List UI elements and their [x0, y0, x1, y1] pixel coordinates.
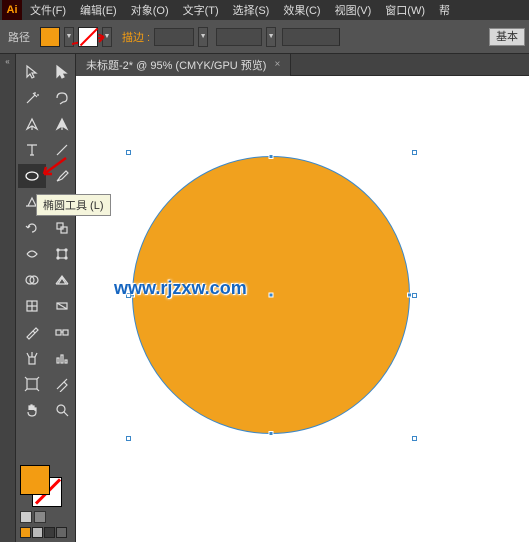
magic-wand-tool[interactable]	[18, 86, 46, 110]
bbox-handle-nw[interactable]	[126, 150, 131, 155]
color-mode-icon[interactable]	[20, 511, 32, 523]
menu-effect[interactable]: 效果(C)	[277, 0, 326, 20]
perspective-grid-tool[interactable]	[48, 268, 76, 292]
stroke-swatch[interactable]	[78, 27, 98, 47]
fill-swatch[interactable]	[40, 27, 60, 47]
zoom-tool[interactable]	[48, 398, 76, 422]
stroke-type-dropdown-icon[interactable]: ▼	[266, 27, 276, 47]
selection-tool[interactable]	[18, 60, 46, 84]
watermark-text: www.rjzxw.com	[114, 278, 247, 299]
stroke-weight-input[interactable]	[154, 28, 194, 46]
symbol-sprayer-tool[interactable]	[18, 346, 46, 370]
draw-inside-icon[interactable]	[44, 527, 55, 538]
draw-behind-icon[interactable]	[32, 527, 43, 538]
close-tab-icon[interactable]: ×	[274, 59, 280, 70]
document-tab-title: 未标题-2* @ 95% (CMYK/GPU 预览)	[86, 57, 266, 73]
direct-selection-tool[interactable]	[48, 60, 76, 84]
canvas-viewport[interactable]: www.rjzxw.com	[76, 76, 529, 542]
menu-select[interactable]: 选择(S)	[227, 0, 276, 20]
width-tool[interactable]	[18, 242, 46, 266]
document-area: 未标题-2* @ 95% (CMYK/GPU 预览) ×	[76, 54, 529, 542]
bbox-handle-sw[interactable]	[126, 436, 131, 441]
ellipse-tool[interactable]	[18, 164, 46, 188]
menu-window[interactable]: 窗口(W)	[379, 0, 431, 20]
bbox-handle-se[interactable]	[412, 436, 417, 441]
tool-tooltip: 椭圆工具 (L)	[36, 194, 111, 216]
curvature-tool[interactable]	[48, 112, 76, 136]
bbox-handle-ne[interactable]	[412, 150, 417, 155]
column-graph-tool[interactable]	[48, 346, 76, 370]
gradient-mode-icon[interactable]	[34, 511, 46, 523]
options-bar: 路径 ▼ ▼ 描边 : ▼ ▼ 基本	[0, 20, 529, 54]
screen-mode-icon[interactable]	[56, 527, 67, 538]
free-transform-tool[interactable]	[48, 242, 76, 266]
artboard[interactable]: www.rjzxw.com	[76, 76, 529, 542]
menu-edit[interactable]: 编辑(E)	[74, 0, 123, 20]
scale-tool[interactable]	[48, 216, 76, 240]
graphic-style-basic[interactable]: 基本	[489, 28, 525, 46]
hand-tool[interactable]	[18, 398, 46, 422]
type-tool[interactable]	[18, 138, 46, 162]
gradient-tool[interactable]	[48, 294, 76, 318]
eyedropper-tool[interactable]	[18, 320, 46, 344]
menu-object[interactable]: 对象(O)	[125, 0, 175, 20]
mesh-tool[interactable]	[18, 294, 46, 318]
document-tab[interactable]: 未标题-2* @ 95% (CMYK/GPU 预览) ×	[76, 54, 291, 76]
draw-normal-icon[interactable]	[20, 527, 31, 538]
pen-tool[interactable]	[18, 112, 46, 136]
center-point[interactable]	[269, 293, 274, 298]
tools-panel: 椭圆工具 (L)	[16, 54, 76, 542]
panel-collapse-strip[interactable]: «	[0, 54, 16, 542]
anchor-point-n[interactable]	[269, 154, 274, 159]
stroke-type-dropdown[interactable]	[216, 28, 262, 46]
menu-bar: Ai 文件(F) 编辑(E) 对象(O) 文字(T) 选择(S) 效果(C) 视…	[0, 0, 529, 20]
lasso-tool[interactable]	[48, 86, 76, 110]
selection-type-label: 路径	[8, 29, 30, 45]
menu-help[interactable]: 帮	[433, 0, 456, 20]
shape-builder-tool[interactable]	[18, 268, 46, 292]
stroke-weight-dropdown-icon[interactable]: ▼	[198, 27, 208, 47]
blend-tool[interactable]	[48, 320, 76, 344]
slice-tool[interactable]	[48, 372, 76, 396]
app-logo: Ai	[2, 0, 22, 20]
fill-swatch-large[interactable]	[20, 465, 50, 495]
stroke-label: 描边 :	[122, 29, 150, 45]
brush-def-dropdown[interactable]	[282, 28, 340, 46]
fill-stroke-area	[16, 461, 75, 542]
anchor-point-s[interactable]	[269, 431, 274, 436]
stroke-dropdown-icon[interactable]: ▼	[102, 27, 112, 47]
document-tab-bar: 未标题-2* @ 95% (CMYK/GPU 预览) ×	[76, 54, 529, 76]
fill-dropdown-icon[interactable]: ▼	[64, 27, 74, 47]
menu-file[interactable]: 文件(F)	[24, 0, 72, 20]
bbox-handle-e[interactable]	[412, 293, 417, 298]
rotate-tool[interactable]	[18, 216, 46, 240]
paintbrush-tool[interactable]	[48, 164, 76, 188]
line-segment-tool[interactable]	[48, 138, 76, 162]
menu-view[interactable]: 视图(V)	[329, 0, 378, 20]
menu-type[interactable]: 文字(T)	[177, 0, 225, 20]
artboard-tool[interactable]	[18, 372, 46, 396]
fill-stroke-swatches[interactable]	[20, 465, 62, 507]
collapse-toggle-icon[interactable]: «	[1, 57, 15, 67]
